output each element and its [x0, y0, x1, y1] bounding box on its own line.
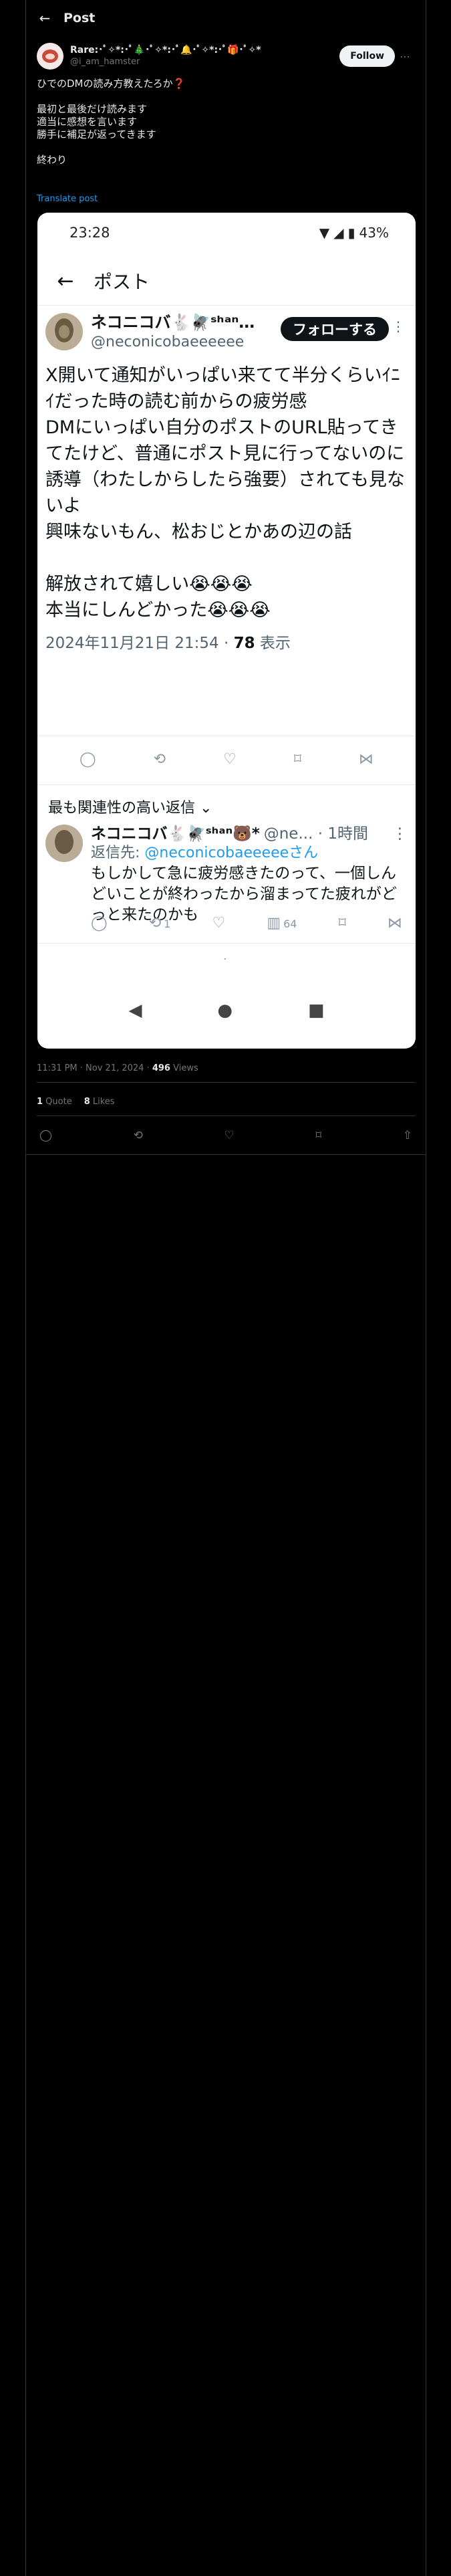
android-recents-icon: ■: [307, 1000, 325, 1021]
tweet-author-handle: @neconicobaeeeeee: [91, 334, 245, 350]
like-icon: ♡: [212, 914, 226, 932]
retweet-icon: ⟲: [153, 750, 166, 768]
post-timestamp: 11:31 PM · Nov 21, 2024 · 496 Views: [37, 1063, 198, 1073]
phone-status-bar: 23:28 ▼ ◢ ▮ 43%: [37, 213, 416, 253]
post-stats: 1 Quote 8 Likes: [37, 1097, 115, 1107]
nav-title: ポスト: [94, 271, 150, 293]
tweet-line: X開いて通知がいっぱい来てて半分くらいｲﾆｲだった時の読む前からの疲労感: [45, 365, 400, 412]
retweet-icon[interactable]: ⟲: [134, 1129, 143, 1142]
reply-author-name: ネコニコバ🐇🪰ˢʰᵃⁿ🐻*: [91, 825, 260, 843]
post-line: 適当に感想を言います: [37, 116, 138, 128]
share-icon[interactable]: ⇧: [403, 1129, 412, 1142]
tweet-follow-button: フォローする: [281, 317, 389, 341]
author-handle[interactable]: @i_am_hamster: [70, 56, 339, 68]
more-icon[interactable]: ⋯: [395, 50, 415, 63]
attached-screenshot[interactable]: 23:28 ▼ ◢ ▮ 43% ← ポスト ネコニコバ🐇🪰ˢʰᵃⁿ… @neco…: [37, 213, 416, 1049]
main-column: ← Post Rare:･ﾟ✧*:･ﾟ🎄･ﾟ✧*:･ﾟ🔔･ﾟ✧*:･ﾟ🎁･ﾟ✧*…: [25, 0, 426, 2576]
reply-icon: ◯: [79, 750, 96, 768]
like-icon: ♡: [222, 750, 237, 768]
quoted-tweet: ネコニコバ🐇🪰ˢʰᵃⁿ… @neconicobaeeeeee フォローする ⋮ …: [45, 313, 408, 653]
page-title: Post: [63, 11, 96, 25]
post-views-count: 496: [152, 1063, 170, 1073]
share-icon: ⋈: [387, 914, 402, 932]
reply-to-handle: @neconicobaeeeeeさん: [144, 845, 319, 861]
post-line: 最初と最後だけ読みます: [37, 103, 148, 115]
bookmark-icon: ⌑: [338, 914, 346, 932]
like-icon[interactable]: ♡: [224, 1129, 235, 1142]
app-nav-bar: ← ポスト: [37, 259, 416, 302]
reply-to: 返信先: @neconicobaeeeeeさん: [91, 845, 319, 861]
tweet-avatar: [45, 313, 83, 350]
tweet-line: 本当にしんどかった😭😭😭: [45, 600, 271, 621]
loading-dot: ·: [223, 952, 227, 966]
android-home-icon: ●: [217, 1000, 233, 1021]
tweet-line: DMにいっぱい自分のポストのURL貼ってきてたけど、普通にポスト見に行ってないの…: [45, 417, 405, 516]
reply-views-count: 64: [283, 917, 297, 930]
reply-avatar: [45, 825, 83, 862]
bookmark-icon[interactable]: ⌑: [315, 1129, 321, 1142]
post-line: ひでのDMの読み方教えたろか❓: [37, 78, 186, 90]
translate-post-link[interactable]: Translate post: [37, 194, 98, 204]
more-icon: ⋮: [392, 318, 405, 334]
tweet-actions: ◯ ⟲ ♡ ⌑ ⋈: [37, 742, 416, 776]
battery-percent: 43%: [359, 225, 389, 241]
tweet-author-name: ネコニコバ🐇🪰ˢʰᵃⁿ…: [91, 313, 255, 332]
bookmark-icon: ⌑: [293, 750, 301, 768]
back-arrow-icon[interactable]: ←: [26, 10, 63, 26]
back-arrow-icon: ←: [57, 269, 74, 293]
reply-retweet-count: 1: [164, 917, 171, 930]
wifi-icon: ▼: [319, 225, 330, 241]
author-avatar[interactable]: [37, 43, 63, 70]
share-icon: ⋈: [358, 750, 373, 768]
views-icon: ▥ 64: [267, 914, 297, 932]
post-line: 終わり: [37, 154, 67, 166]
post-line: [37, 90, 415, 103]
tweet-line: 解放されて嬉しい😭😭😭: [45, 574, 253, 595]
retweet-icon: ⟲ 1: [148, 914, 171, 932]
author-display-name[interactable]: Rare:･ﾟ✧*:･ﾟ🎄･ﾟ✧*:･ﾟ🔔･ﾟ✧*:･ﾟ🎁･ﾟ✧*: [70, 45, 339, 56]
follow-button[interactable]: Follow: [339, 45, 395, 67]
tweet-views-count: 78: [233, 635, 255, 652]
status-time: 23:28: [69, 225, 110, 241]
tweet-line: [45, 545, 408, 571]
post-line: [37, 141, 415, 154]
reply-sort-label: 最も関連性の高い返信 ⌄: [48, 800, 212, 817]
reply-icon: ◯: [91, 914, 108, 932]
post-actions: ◯ ⟲ ♡ ⌑ ⇧: [37, 1123, 415, 1148]
reply-actions: ◯ ⟲ 1 ♡ ▥ 64 ⌑ ⋈: [91, 909, 402, 936]
tweet-line: 興味ないもん、松おじとかあの辺の話: [45, 522, 352, 542]
more-icon: ⋮: [392, 825, 408, 843]
android-back-icon: ◀: [128, 1000, 142, 1021]
post-line: 勝手に補足が返ってきます: [37, 128, 156, 140]
header: ← Post: [26, 0, 426, 36]
battery-icon: ▮: [347, 225, 355, 241]
signal-icon: ◢: [333, 225, 344, 241]
tweet-timestamp: 2024年11月21日 21:54 · 78 表示: [45, 635, 291, 652]
android-nav-bar: ◀ ● ■: [37, 994, 416, 1027]
quotes-link[interactable]: 1 Quote: [37, 1097, 72, 1107]
post-text: ひでのDMの読み方教えたろか❓ 最初と最後だけ読みます 適当に感想を言います 勝…: [37, 78, 415, 167]
post-author: Rare:･ﾟ✧*:･ﾟ🎄･ﾟ✧*:･ﾟ🔔･ﾟ✧*:･ﾟ🎁･ﾟ✧* @i_am_…: [37, 41, 415, 71]
reply-icon[interactable]: ◯: [39, 1129, 52, 1142]
likes-link[interactable]: 8 Likes: [84, 1097, 115, 1107]
reply-meta: @ne... · 1時間: [263, 825, 368, 843]
tweet-body: X開いて通知がいっぱい来てて半分くらいｲﾆｲだった時の読む前からの疲労感 DMに…: [45, 362, 408, 623]
